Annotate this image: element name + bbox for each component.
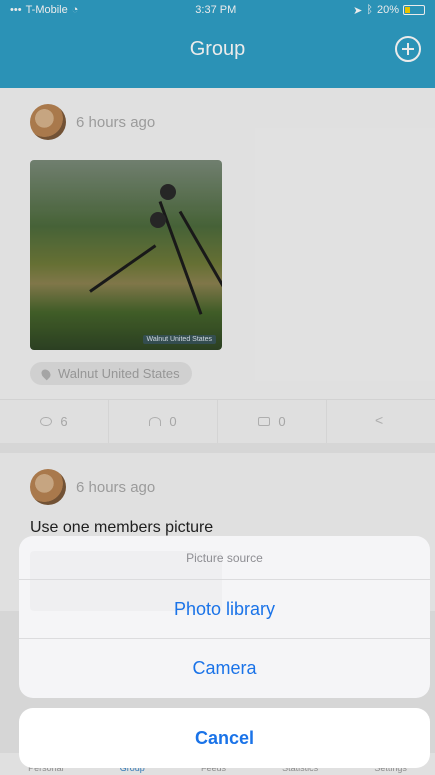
cancel-button[interactable]: Cancel <box>19 708 430 768</box>
photo-library-button[interactable]: Photo library <box>19 580 430 639</box>
action-sheet: Picture source Photo library Camera <box>19 536 430 698</box>
action-sheet-title: Picture source <box>19 536 430 580</box>
camera-button[interactable]: Camera <box>19 639 430 698</box>
